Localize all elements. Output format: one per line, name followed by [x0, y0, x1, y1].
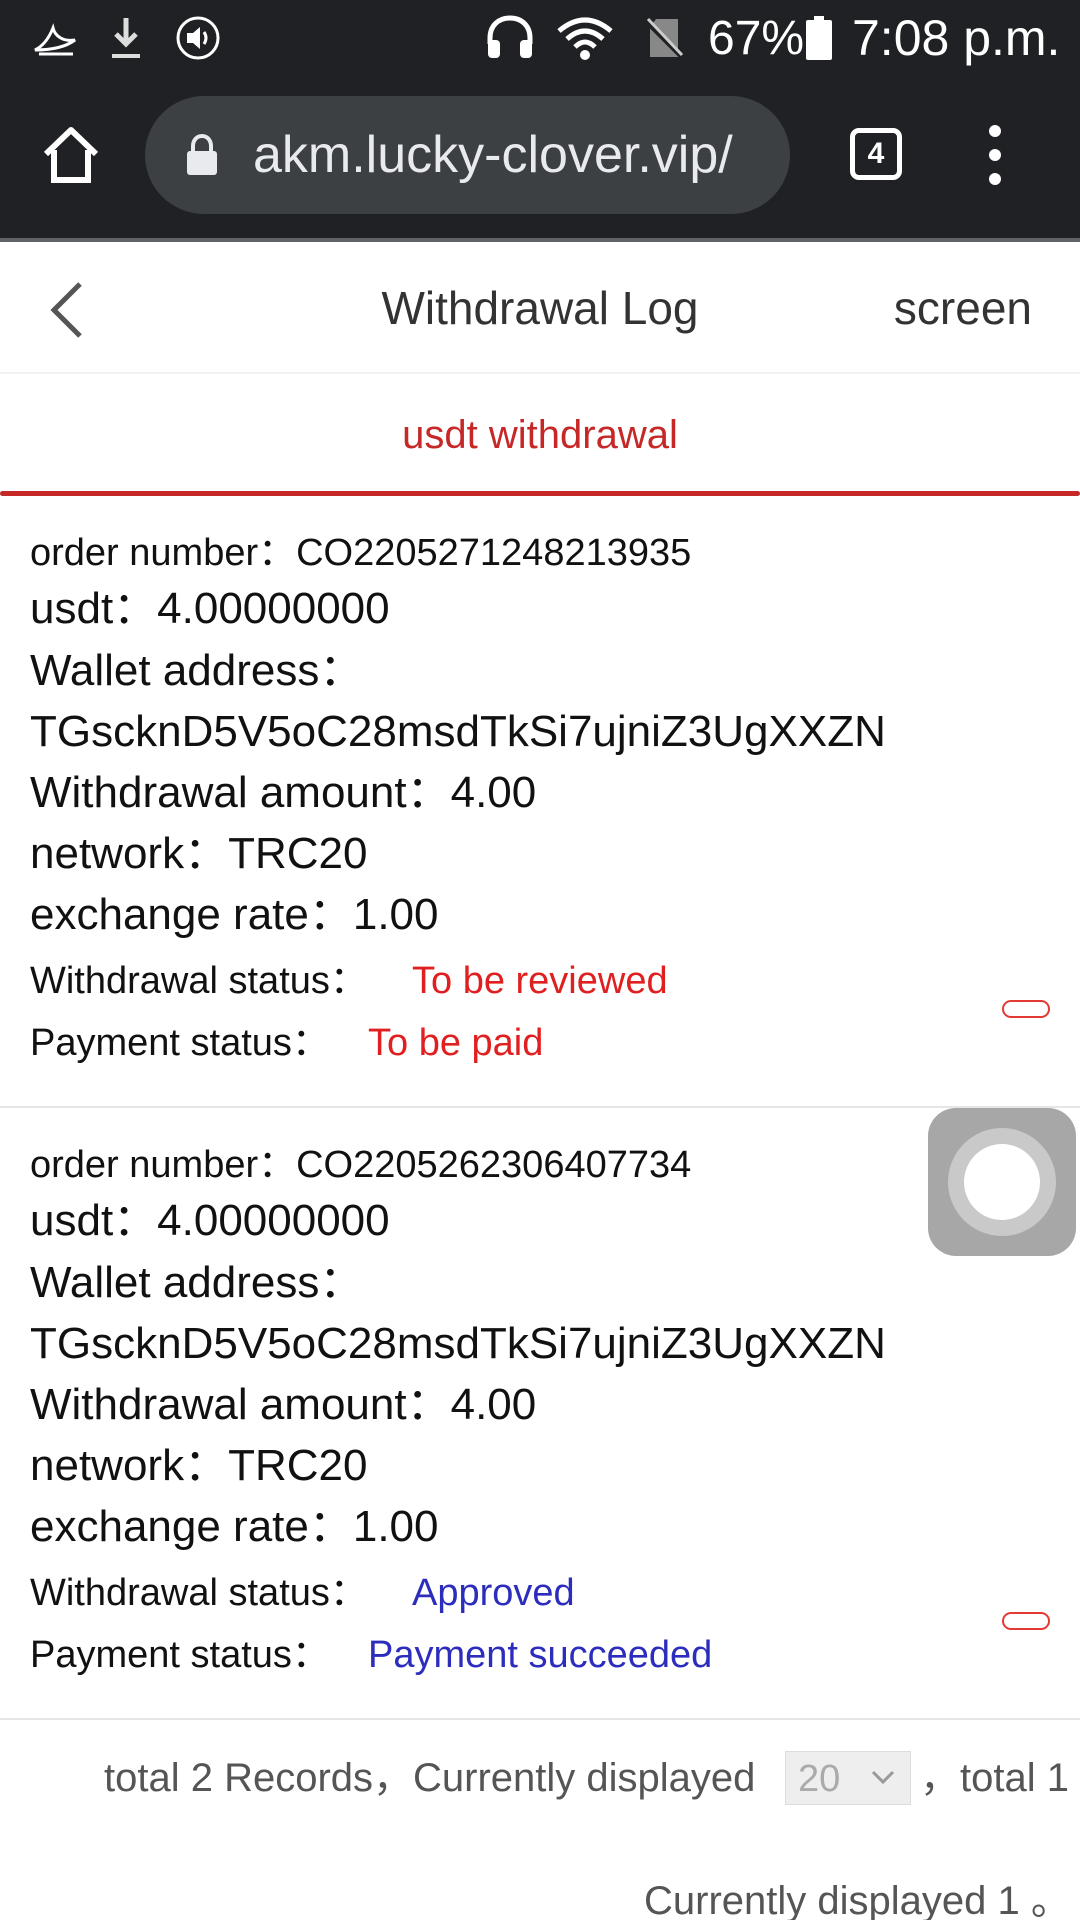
- battery-percent: 67%: [708, 12, 805, 65]
- wifi-icon: [556, 14, 614, 62]
- usdt-amount: usdt：4.00000000: [30, 584, 390, 633]
- withdrawal-status: To be reviewed: [412, 960, 668, 1002]
- withdrawal-amount: Withdrawal amount：4.00: [30, 768, 537, 817]
- status-bar: 67% 7:08 p.m.: [0, 0, 1080, 78]
- download-icon: [108, 14, 144, 62]
- list-item: order number：CO2205262306407734 usdt：4.0…: [0, 1108, 1080, 1720]
- more-menu-icon[interactable]: [980, 122, 1010, 188]
- browser-toolbar: akm.lucky-clover.vip/ 4: [0, 78, 1080, 242]
- payment-status-label: Payment status：: [30, 1022, 330, 1064]
- lock-icon: [185, 133, 219, 176]
- order-number: order number：CO2205262306407734: [30, 1144, 692, 1186]
- tab-usdt-withdrawal[interactable]: usdt withdrawal: [0, 410, 1080, 460]
- headset-icon: [482, 14, 538, 62]
- action-button[interactable]: [1002, 1612, 1050, 1630]
- withdrawal-status-label: Withdrawal status：: [30, 1572, 368, 1614]
- page-size-select[interactable]: 20: [785, 1751, 911, 1805]
- network: network：TRC20: [30, 1441, 368, 1490]
- wallet-address: TGscknD5V5oC28msdTkSi7ujniZ3UgXXZN: [30, 707, 886, 756]
- feather-icon: [32, 14, 78, 62]
- network: network：TRC20: [30, 829, 368, 878]
- tab-bar: usdt withdrawal: [0, 372, 1080, 496]
- screen-button[interactable]: screen: [894, 280, 1032, 336]
- total-pages-text: ，total 1: [920, 1756, 1069, 1800]
- withdrawal-status-label: Withdrawal status：: [30, 960, 368, 1002]
- payment-status: To be paid: [368, 1022, 544, 1064]
- assistive-touch-center: [964, 1144, 1040, 1220]
- payment-status-label: Payment status：: [30, 1634, 330, 1676]
- volume-icon: [174, 14, 222, 62]
- wallet-address: TGscknD5V5oC28msdTkSi7ujniZ3UgXXZN: [30, 1319, 886, 1368]
- battery-icon: [806, 16, 832, 60]
- exchange-rate: exchange rate：1.00: [30, 1502, 439, 1551]
- no-sim-icon: [642, 14, 686, 62]
- clock: 7:08 p.m.: [852, 10, 1061, 66]
- exchange-rate: exchange rate：1.00: [30, 890, 439, 939]
- tab-switcher-button[interactable]: 4: [850, 128, 902, 180]
- chevron-down-icon: [870, 1764, 896, 1790]
- withdrawal-status: Approved: [412, 1572, 575, 1614]
- assistive-touch-button[interactable]: [928, 1108, 1076, 1256]
- url-text: akm.lucky-clover.vip/: [253, 126, 733, 184]
- current-page-text: Currently displayed 1 。: [644, 1879, 1071, 1920]
- list-item: order number：CO2205271248213935 usdt：4.0…: [0, 496, 1080, 1108]
- payment-status: Payment succeeded: [368, 1634, 713, 1676]
- wallet-label: Wallet address：: [30, 646, 364, 695]
- total-records-text: total 2 Records，Currently displayed: [104, 1756, 756, 1800]
- home-icon[interactable]: [40, 124, 102, 186]
- usdt-amount: usdt：4.00000000: [30, 1196, 390, 1245]
- withdrawal-amount: Withdrawal amount：4.00: [30, 1380, 537, 1429]
- order-number: order number：CO2205271248213935: [30, 532, 692, 574]
- app-header: Withdrawal Log screen: [0, 242, 1080, 372]
- wallet-label: Wallet address：: [30, 1258, 364, 1307]
- action-button[interactable]: [1002, 1000, 1050, 1018]
- page-size-value: 20: [798, 1758, 841, 1800]
- divider: [0, 1718, 1080, 1720]
- url-bar[interactable]: akm.lucky-clover.vip/: [145, 96, 790, 214]
